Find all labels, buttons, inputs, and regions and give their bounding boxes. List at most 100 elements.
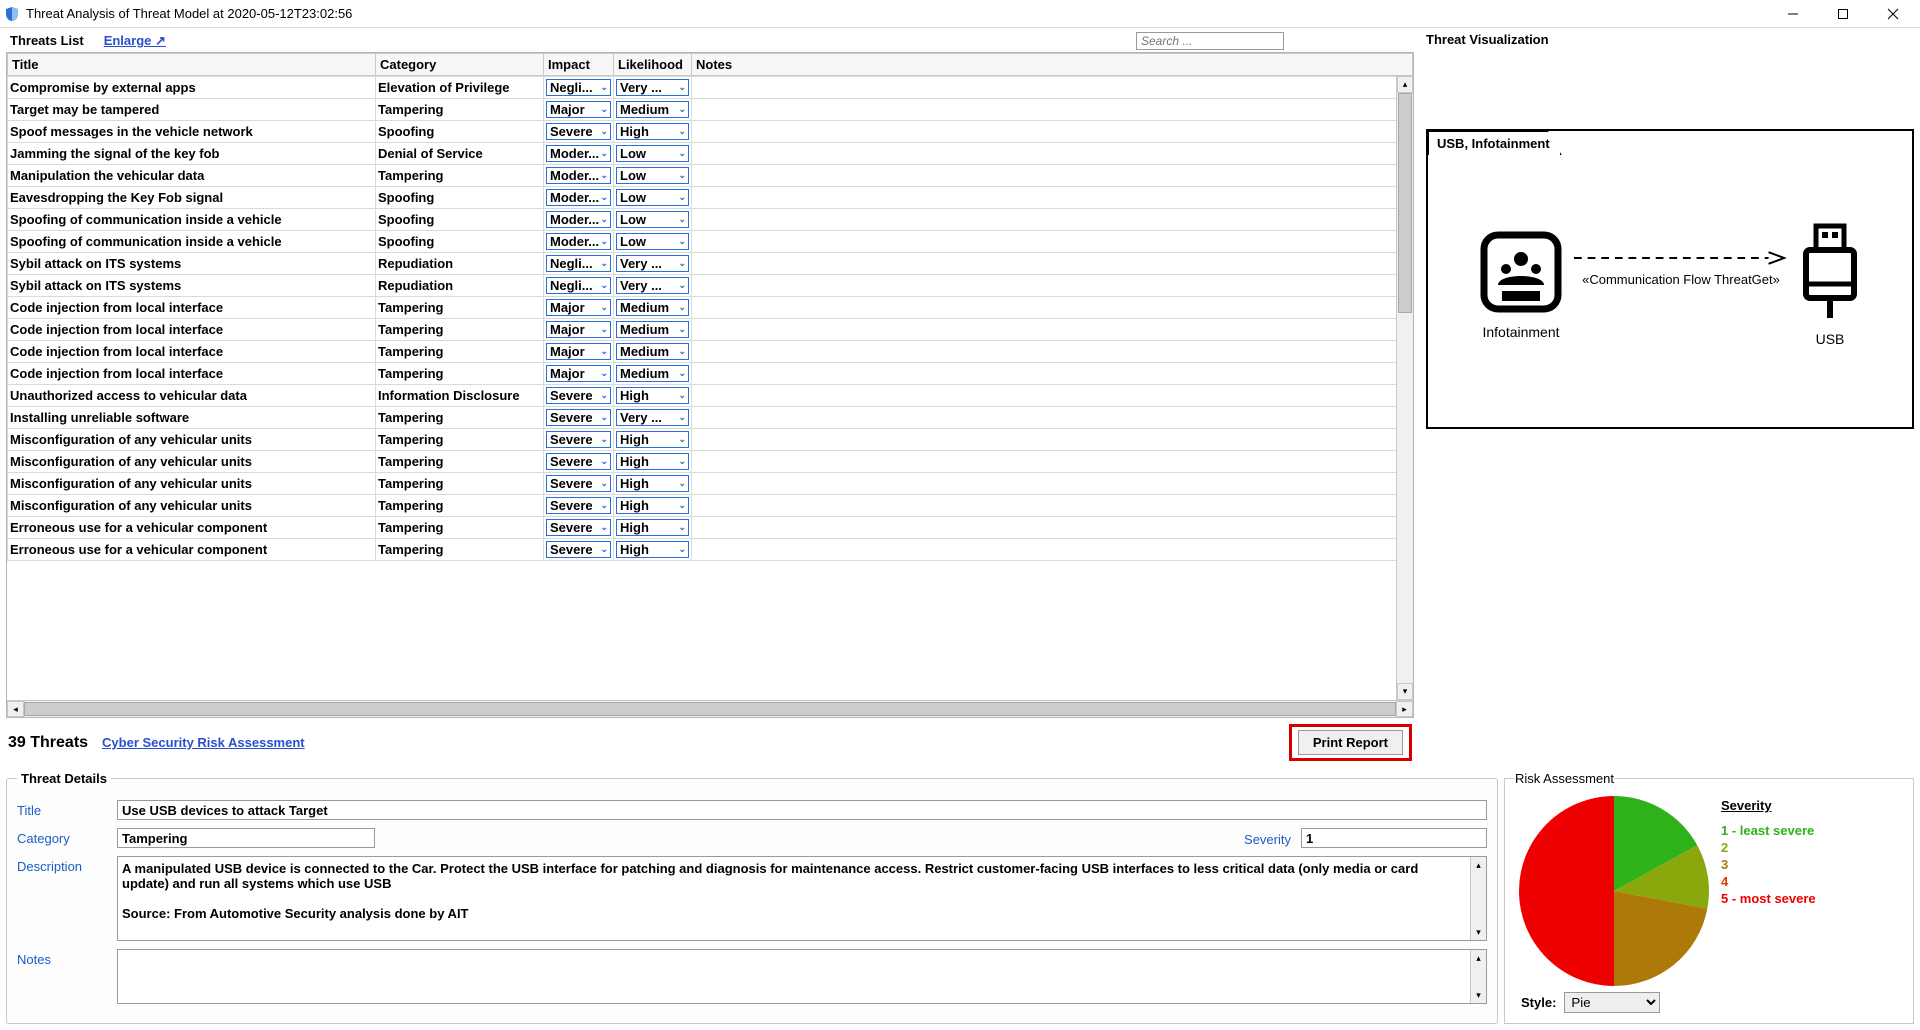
table-row[interactable]: Target may be tamperedTamperingMajor⌄Med… <box>8 99 1413 121</box>
category-field[interactable] <box>117 828 375 848</box>
likelihood-dropdown[interactable]: Very ...⌄ <box>616 277 689 294</box>
likelihood-dropdown[interactable]: High⌄ <box>616 387 689 404</box>
table-vertical-scrollbar[interactable]: ▴ ▾ <box>1396 76 1413 700</box>
cell-notes <box>692 363 1413 385</box>
table-row[interactable]: Sybil attack on ITS systemsRepudiationNe… <box>8 253 1413 275</box>
impact-dropdown[interactable]: Severe⌄ <box>546 519 611 536</box>
impact-dropdown[interactable]: Severe⌄ <box>546 123 611 140</box>
likelihood-dropdown[interactable]: High⌄ <box>616 453 689 470</box>
title-field[interactable] <box>117 800 1487 820</box>
col-title[interactable]: Title <box>8 54 376 76</box>
scroll-up-icon[interactable]: ▴ <box>1397 76 1413 93</box>
col-notes[interactable]: Notes <box>692 54 1413 76</box>
impact-dropdown[interactable]: Severe⌄ <box>546 453 611 470</box>
col-likelihood[interactable]: Likelihood <box>614 54 692 76</box>
search-input[interactable] <box>1136 32 1284 50</box>
likelihood-dropdown[interactable]: Medium⌄ <box>616 101 689 118</box>
impact-dropdown[interactable]: Moder...⌄ <box>546 211 611 228</box>
table-row[interactable]: Misconfiguration of any vehicular unitsT… <box>8 429 1413 451</box>
impact-dropdown[interactable]: Negli...⌄ <box>546 277 611 294</box>
scroll-right-icon[interactable]: ▸ <box>1396 701 1413 717</box>
table-row[interactable]: Spoofing of communication inside a vehic… <box>8 231 1413 253</box>
table-row[interactable]: Eavesdropping the Key Fob signalSpoofing… <box>8 187 1413 209</box>
likelihood-dropdown[interactable]: High⌄ <box>616 123 689 140</box>
col-impact[interactable]: Impact <box>544 54 614 76</box>
table-row[interactable]: Spoofing of communication inside a vehic… <box>8 209 1413 231</box>
likelihood-dropdown[interactable]: High⌄ <box>616 497 689 514</box>
table-row[interactable]: Misconfiguration of any vehicular unitsT… <box>8 495 1413 517</box>
severity-field[interactable] <box>1301 828 1487 848</box>
notes-scrollbar[interactable]: ▴▾ <box>1470 950 1486 1003</box>
likelihood-dropdown[interactable]: Medium⌄ <box>616 365 689 382</box>
table-row[interactable]: Spoof messages in the vehicle networkSpo… <box>8 121 1413 143</box>
impact-dropdown[interactable]: Severe⌄ <box>546 409 611 426</box>
impact-dropdown[interactable]: Moder...⌄ <box>546 145 611 162</box>
likelihood-dropdown[interactable]: High⌄ <box>616 431 689 448</box>
impact-dropdown[interactable]: Severe⌄ <box>546 541 611 558</box>
table-row[interactable]: Code injection from local interfaceTampe… <box>8 341 1413 363</box>
window-close-button[interactable] <box>1870 2 1916 26</box>
impact-dropdown[interactable]: Moder...⌄ <box>546 189 611 206</box>
impact-dropdown[interactable]: Severe⌄ <box>546 431 611 448</box>
likelihood-dropdown[interactable]: Very ...⌄ <box>616 255 689 272</box>
impact-dropdown[interactable]: Major⌄ <box>546 343 611 360</box>
print-report-button[interactable]: Print Report <box>1298 730 1403 755</box>
likelihood-dropdown[interactable]: Medium⌄ <box>616 321 689 338</box>
scroll-thumb[interactable] <box>1398 93 1412 313</box>
table-row[interactable]: Erroneous use for a vehicular componentT… <box>8 539 1413 561</box>
impact-dropdown[interactable]: Moder...⌄ <box>546 233 611 250</box>
likelihood-dropdown[interactable]: High⌄ <box>616 541 689 558</box>
table-row[interactable]: Sybil attack on ITS systemsRepudiationNe… <box>8 275 1413 297</box>
table-row[interactable]: Code injection from local interfaceTampe… <box>8 363 1413 385</box>
hscroll-thumb[interactable] <box>24 702 1396 716</box>
impact-dropdown[interactable]: Major⌄ <box>546 365 611 382</box>
table-row[interactable]: Code injection from local interfaceTampe… <box>8 319 1413 341</box>
likelihood-dropdown[interactable]: Low⌄ <box>616 189 689 206</box>
impact-dropdown[interactable]: Negli...⌄ <box>546 255 611 272</box>
table-row[interactable]: Erroneous use for a vehicular componentT… <box>8 517 1413 539</box>
table-row[interactable]: Code injection from local interfaceTampe… <box>8 297 1413 319</box>
likelihood-dropdown[interactable]: Low⌄ <box>616 211 689 228</box>
scroll-left-icon[interactable]: ◂ <box>7 701 24 717</box>
likelihood-dropdown[interactable]: Low⌄ <box>616 167 689 184</box>
table-row[interactable]: Misconfiguration of any vehicular unitsT… <box>8 473 1413 495</box>
likelihood-dropdown[interactable]: Low⌄ <box>616 145 689 162</box>
col-category[interactable]: Category <box>376 54 544 76</box>
scroll-down-icon[interactable]: ▾ <box>1397 683 1413 700</box>
table-row[interactable]: Unauthorized access to vehicular dataInf… <box>8 385 1413 407</box>
likelihood-dropdown[interactable]: Very ...⌄ <box>616 409 689 426</box>
table-row[interactable]: Installing unreliable softwareTamperingS… <box>8 407 1413 429</box>
window-minimize-button[interactable] <box>1770 2 1816 26</box>
flow-arrow-icon <box>1574 248 1788 268</box>
chart-style-select[interactable]: Pie <box>1564 992 1660 1013</box>
likelihood-dropdown[interactable]: Medium⌄ <box>616 343 689 360</box>
cell-title: Spoofing of communication inside a vehic… <box>8 231 376 253</box>
impact-dropdown[interactable]: Negli...⌄ <box>546 79 611 96</box>
impact-dropdown[interactable]: Moder...⌄ <box>546 167 611 184</box>
table-row[interactable]: Misconfiguration of any vehicular unitsT… <box>8 451 1413 473</box>
impact-dropdown[interactable]: Severe⌄ <box>546 497 611 514</box>
likelihood-dropdown[interactable]: High⌄ <box>616 519 689 536</box>
description-scrollbar[interactable]: ▴▾ <box>1470 857 1486 940</box>
likelihood-dropdown[interactable]: Very ...⌄ <box>616 79 689 96</box>
likelihood-dropdown[interactable]: Low⌄ <box>616 233 689 250</box>
risk-assessment-link[interactable]: Cyber Security Risk Assessment <box>102 735 305 750</box>
impact-dropdown[interactable]: Major⌄ <box>546 101 611 118</box>
category-label: Category <box>17 828 107 846</box>
impact-dropdown[interactable]: Severe⌄ <box>546 475 611 492</box>
table-row[interactable]: Manipulation the vehicular dataTampering… <box>8 165 1413 187</box>
table-horizontal-scrollbar[interactable]: ◂ ▸ <box>7 700 1413 717</box>
notes-field[interactable] <box>117 949 1487 1004</box>
impact-dropdown[interactable]: Severe⌄ <box>546 387 611 404</box>
enlarge-link[interactable]: Enlarge ↗ <box>104 33 166 49</box>
threat-details-heading: Threat Details <box>17 771 111 786</box>
cell-notes <box>692 385 1413 407</box>
impact-dropdown[interactable]: Major⌄ <box>546 299 611 316</box>
table-row[interactable]: Jamming the signal of the key fobDenial … <box>8 143 1413 165</box>
impact-dropdown[interactable]: Major⌄ <box>546 321 611 338</box>
window-maximize-button[interactable] <box>1820 2 1866 26</box>
likelihood-dropdown[interactable]: High⌄ <box>616 475 689 492</box>
likelihood-dropdown[interactable]: Medium⌄ <box>616 299 689 316</box>
table-row[interactable]: Compromise by external appsElevation of … <box>8 77 1413 99</box>
description-field[interactable]: A manipulated USB device is connected to… <box>117 856 1487 941</box>
